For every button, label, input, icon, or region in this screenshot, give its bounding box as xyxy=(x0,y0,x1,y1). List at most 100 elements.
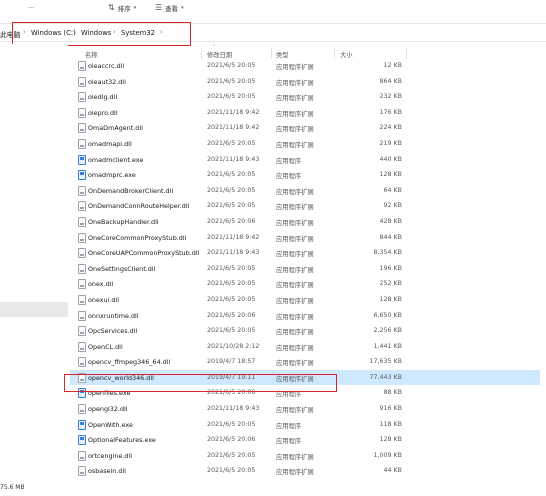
nav-selected-item[interactable] xyxy=(0,302,68,317)
file-row[interactable]: oledlg.dll 2021/6/5 20:05 应用程序扩展 232 KB xyxy=(70,89,540,105)
dll-file-icon xyxy=(78,326,86,337)
file-row[interactable]: opengl32.dll 2021/11/18 9:43 应用程序扩展 916 KB xyxy=(70,401,540,417)
file-type: 应用程序扩展 xyxy=(276,219,314,227)
file-date: 2021/6/5 20:05 xyxy=(207,327,256,335)
file-size: 2,256 KB xyxy=(373,327,402,335)
file-size: 864 KB xyxy=(379,77,402,85)
file-type: 应用程序扩展 xyxy=(276,110,314,118)
file-row[interactable]: OneCoreUAPCommonProxyStub.dll 2021/11/18 … xyxy=(70,245,540,261)
exe-file-icon xyxy=(78,419,86,430)
file-row[interactable]: oleaut32.dll 2021/6/5 20:05 应用程序扩展 864 KB xyxy=(70,74,540,90)
dll-file-icon xyxy=(78,76,86,87)
dll-file-icon xyxy=(78,92,86,103)
file-date: 2021/6/5 20:05 xyxy=(207,93,256,101)
address-highlight-box xyxy=(12,22,191,46)
file-size: 219 KB xyxy=(379,139,402,147)
file-size: 128 KB xyxy=(379,171,402,179)
file-date: 2021/11/18 9:42 xyxy=(207,124,260,132)
dll-file-icon xyxy=(78,232,86,243)
file-row[interactable]: OneCoreCommonProxyStub.dll 2021/11/18 9:4… xyxy=(70,230,540,246)
file-row[interactable]: onnxruntime.dll 2021/6/5 20:06 应用程序扩展 6,650… xyxy=(70,308,540,324)
file-name: oleaccrc.dll xyxy=(88,62,125,70)
file-type: 应用程序扩展 xyxy=(276,329,314,337)
file-row[interactable]: omadmapi.dll 2021/6/5 20:05 应用程序扩展 219 KB xyxy=(70,136,540,152)
file-date: 2021/6/5 20:05 xyxy=(207,186,256,194)
exe-file-icon xyxy=(78,435,86,446)
file-name: osbaseln.dll xyxy=(88,467,126,476)
file-date: 2021/6/5 20:05 xyxy=(207,139,256,147)
file-date: 2021/6/5 20:05 xyxy=(207,420,256,428)
view-button[interactable]: ☰ 查看 ▾ xyxy=(155,2,184,13)
file-size: 128 KB xyxy=(379,295,402,303)
file-type: 应用程序扩展 xyxy=(276,126,314,134)
view-label: 查看 xyxy=(165,4,179,13)
file-size: 844 KB xyxy=(379,233,402,241)
file-name: OnDemandBrokerClient.dll xyxy=(88,186,174,195)
file-name: opencv_ffmpeg346_64.dll xyxy=(88,358,171,367)
dll-file-icon xyxy=(78,107,86,118)
file-size: 118 KB xyxy=(379,420,402,428)
file-row[interactable]: oleaccrc.dll 2021/6/5 20:05 应用程序扩展 12 KB xyxy=(70,58,540,74)
file-row[interactable]: osbaseln.dll 2021/6/5 20:05 应用程序扩展 44 KB xyxy=(70,463,540,479)
status-selected-size: 75.6 MB xyxy=(0,484,25,491)
file-row[interactable]: OpcServices.dll 2021/6/5 20:05 应用程序扩展 2,256… xyxy=(70,323,540,339)
file-size: 17,635 KB xyxy=(369,358,402,366)
file-row[interactable]: OpenWith.exe 2021/6/5 20:05 应用程序 118 KB xyxy=(70,417,540,433)
file-row[interactable]: olepro.dll 2021/11/18 9:42 应用程序扩展 176 KB xyxy=(70,105,540,121)
file-row[interactable]: opencv_ffmpeg346_64.dll 2019/4/7 18:57 应用程… xyxy=(70,354,540,370)
file-type: 应用程序扩展 xyxy=(276,188,314,196)
file-row[interactable]: OptionalFeatures.exe 2021/6/5 20:06 应用程序 12… xyxy=(70,432,540,448)
file-row[interactable]: onex.dll 2021/6/5 20:05 应用程序扩展 252 KB xyxy=(70,276,540,292)
file-row[interactable]: ortcengine.dll 2021/6/5 20:05 应用程序扩展 1,009 … xyxy=(70,448,540,464)
file-row[interactable]: OneSettingsClient.dll 2021/6/5 20:05 应用程序扩… xyxy=(70,261,540,277)
file-size: 6,650 KB xyxy=(373,311,402,319)
file-date: 2021/6/5 20:05 xyxy=(207,295,256,303)
file-size: 428 KB xyxy=(379,217,402,225)
file-type: 应用程序扩展 xyxy=(276,79,314,87)
file-type: 应用程序扩展 xyxy=(276,344,314,352)
dll-file-icon xyxy=(78,123,86,134)
file-size: 44 KB xyxy=(383,467,402,475)
file-size: 12 KB xyxy=(383,62,402,69)
file-size: 64 KB xyxy=(383,186,402,194)
file-name: OnDemandConnRouteHelper.dll xyxy=(88,202,190,211)
file-row[interactable]: onexui.dll 2021/6/5 20:05 应用程序扩展 128 KB xyxy=(70,292,540,308)
file-row[interactable]: OneBackupHandler.dll 2021/6/5 20:06 应用程序扩展… xyxy=(70,214,540,230)
dll-file-icon xyxy=(78,201,86,212)
file-name: onnxruntime.dll xyxy=(88,311,139,320)
file-row[interactable]: omadmclient.exe 2021/11/18 9:43 应用程序 440 KB xyxy=(70,152,540,168)
file-row[interactable]: OnDemandConnRouteHelper.dll 2021/6/5 20:0… xyxy=(70,198,540,214)
file-size: 196 KB xyxy=(379,264,402,272)
dll-file-icon xyxy=(78,216,86,227)
file-name: onexui.dll xyxy=(88,295,120,304)
file-date: 2021/6/5 20:05 xyxy=(207,280,256,288)
dll-file-icon xyxy=(78,357,86,368)
file-row[interactable]: OmaDmAgent.dll 2021/11/18 9:42 应用程序扩展 224 K… xyxy=(70,120,540,136)
file-date: 2021/11/18 9:43 xyxy=(207,155,260,163)
file-size: 1,009 KB xyxy=(373,451,402,459)
sort-button[interactable]: ⇅ 排序 ▾ xyxy=(108,2,136,13)
dll-file-icon xyxy=(78,294,86,305)
file-type: 应用程序扩展 xyxy=(276,251,314,259)
file-row[interactable]: OpenCL.dll 2021/10/28 2:12 应用程序扩展 1,441 KB xyxy=(70,339,540,355)
dll-file-icon xyxy=(78,466,86,477)
dll-file-icon xyxy=(78,404,86,415)
dll-file-icon xyxy=(78,279,86,290)
file-date: 2021/6/5 20:05 xyxy=(207,202,256,210)
more-button[interactable]: ··· xyxy=(28,2,34,13)
file-date: 2021/6/5 20:05 xyxy=(207,467,256,475)
file-type: 应用程序 xyxy=(276,157,302,165)
file-name: OneCoreCommonProxyStub.dll xyxy=(88,233,187,242)
file-row[interactable]: OnDemandBrokerClient.dll 2021/6/5 20:05 应用… xyxy=(70,183,540,199)
file-type: 应用程序扩展 xyxy=(276,235,314,243)
file-list: oleaccrc.dll 2021/6/5 20:05 应用程序扩展 12 KB ole… xyxy=(70,58,540,479)
file-type: 应用程序扩展 xyxy=(276,407,314,415)
file-name: OmaDmAgent.dll xyxy=(88,124,143,133)
navigation-pane[interactable] xyxy=(0,44,68,496)
file-size: 176 KB xyxy=(379,108,402,116)
file-row[interactable]: omadmprc.exe 2021/6/5 20:05 应用程序 128 KB xyxy=(70,167,540,183)
file-name: opengl32.dll xyxy=(88,405,128,414)
vertical-scrollbar[interactable] xyxy=(541,44,546,484)
command-bar: ··· ⇅ 排序 ▾ ☰ 查看 ▾ xyxy=(0,0,546,16)
file-size: 252 KB xyxy=(379,280,402,288)
